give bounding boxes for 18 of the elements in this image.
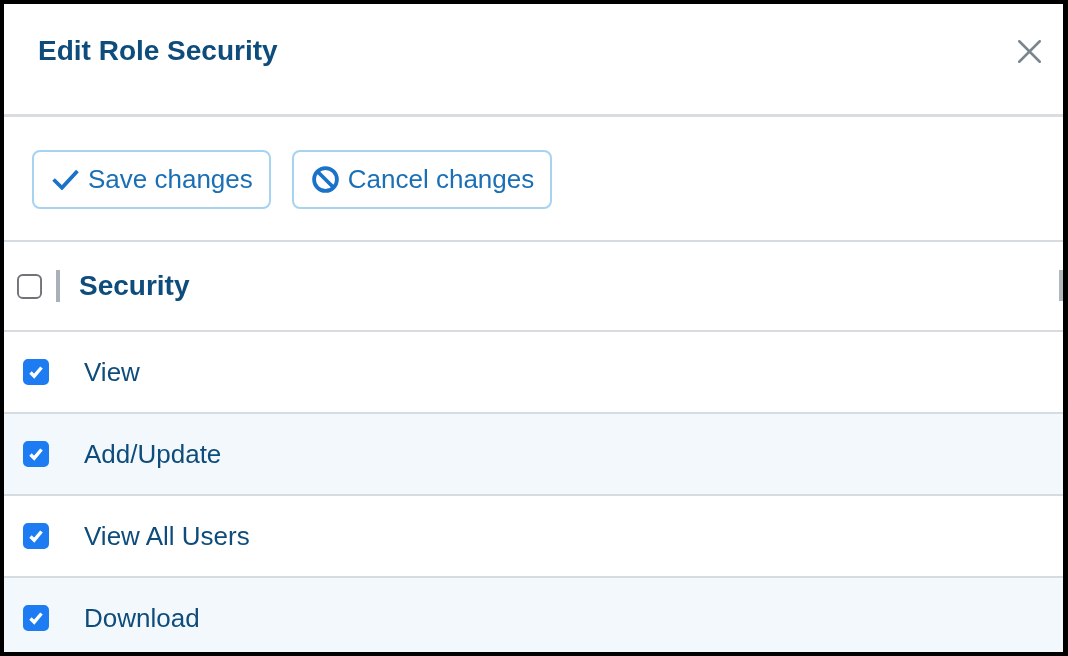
column-resize-handle[interactable] xyxy=(1059,270,1063,301)
row-checkbox[interactable] xyxy=(23,359,49,385)
permission-label: Download xyxy=(84,602,200,634)
row-checkbox[interactable] xyxy=(23,441,49,467)
select-all-checkbox[interactable] xyxy=(17,273,42,299)
dialog-title: Edit Role Security xyxy=(38,35,278,67)
permission-label: Add/Update xyxy=(84,438,222,470)
row-checkbox[interactable] xyxy=(23,605,49,631)
column-header: Security xyxy=(79,270,190,302)
save-button[interactable]: Save changes xyxy=(32,150,271,209)
column-resize-handle[interactable] xyxy=(56,270,60,302)
check-icon xyxy=(52,169,79,190)
permission-label: View All Users xyxy=(84,520,250,552)
prohibited-icon xyxy=(311,166,339,193)
permission-label: View xyxy=(84,356,140,388)
row-checkbox[interactable] xyxy=(23,523,49,549)
cancel-button[interactable]: Cancel changes xyxy=(291,150,553,209)
close-icon[interactable] xyxy=(1018,39,1041,63)
